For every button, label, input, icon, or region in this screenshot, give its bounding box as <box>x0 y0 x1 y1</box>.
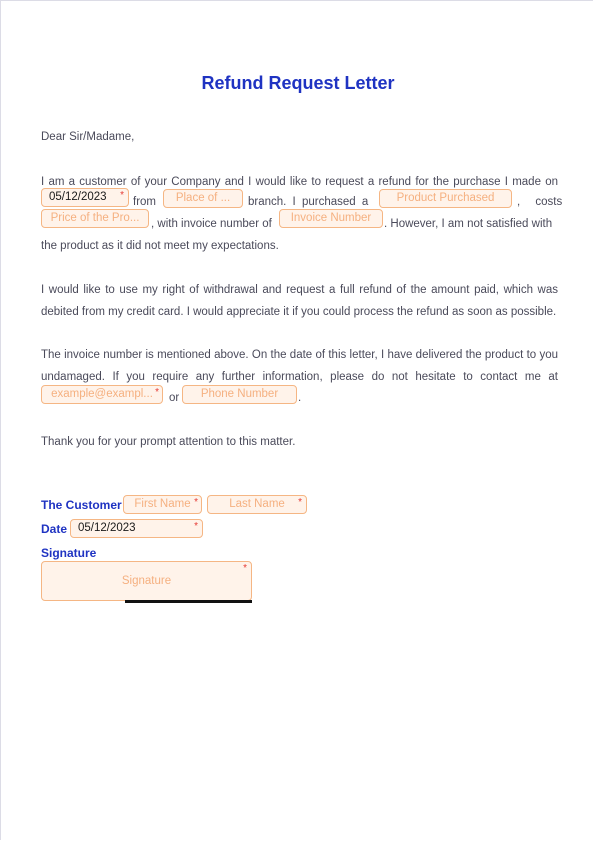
purchase-date-field[interactable]: 05/12/2023 * <box>41 188 129 207</box>
closing: Thank you for your prompt attention to t… <box>41 436 296 448</box>
date-field[interactable]: 05/12/2023 * <box>70 519 203 538</box>
place-field[interactable]: Place of ... <box>163 189 243 208</box>
required-asterisk: * <box>194 521 198 532</box>
required-asterisk: * <box>120 190 124 201</box>
first-name-placeholder: First Name <box>134 498 191 510</box>
required-asterisk: * <box>194 497 198 508</box>
phone-field[interactable]: Phone Number <box>182 385 297 404</box>
last-name-placeholder: Last Name <box>229 498 285 510</box>
document-page: Refund Request Letter Dear Sir/Madame, I… <box>0 0 593 840</box>
date-value: 05/12/2023 <box>78 522 136 534</box>
date-label: Date <box>41 522 68 536</box>
from-text: from <box>133 196 156 208</box>
or-text: or <box>169 392 180 404</box>
however-text: . However, I am not satisfied with <box>384 218 553 230</box>
required-asterisk: * <box>155 387 159 398</box>
signature-placeholder: Signature <box>121 575 172 587</box>
required-asterisk: * <box>298 497 302 508</box>
email-field[interactable]: example@exampl... * <box>41 385 163 404</box>
signature-field[interactable]: Signature * <box>41 561 252 601</box>
para2: I would like to use my right of withdraw… <box>41 284 558 318</box>
email-placeholder: example@exampl... <box>51 388 153 400</box>
para3-text: The invoice number is mentioned above. O… <box>41 349 558 383</box>
invoice-text: , with invoice number of <box>151 218 272 230</box>
purchase-date-value: 05/12/2023 <box>49 191 107 203</box>
greeting: Dear Sir/Madame, <box>41 131 135 143</box>
first-name-field[interactable]: First Name * <box>123 495 202 514</box>
signature-label: Signature <box>41 546 97 560</box>
invoice-number-field[interactable]: Invoice Number <box>279 209 383 228</box>
product-field[interactable]: Product Purchased <box>379 189 512 208</box>
para1-last-line: the product as it did not meet my expect… <box>41 240 279 252</box>
branch-text: branch. I purchased a <box>248 196 369 208</box>
page-title: Refund Request Letter <box>201 73 395 93</box>
period: . <box>298 392 302 404</box>
price-field[interactable]: Price of the Pro... <box>41 209 149 228</box>
last-name-field[interactable]: Last Name * <box>207 495 307 514</box>
customer-label: The Customer <box>41 498 122 512</box>
costs-text: , costs <box>517 196 563 208</box>
signature-underline <box>125 600 252 603</box>
required-asterisk: * <box>243 563 247 574</box>
